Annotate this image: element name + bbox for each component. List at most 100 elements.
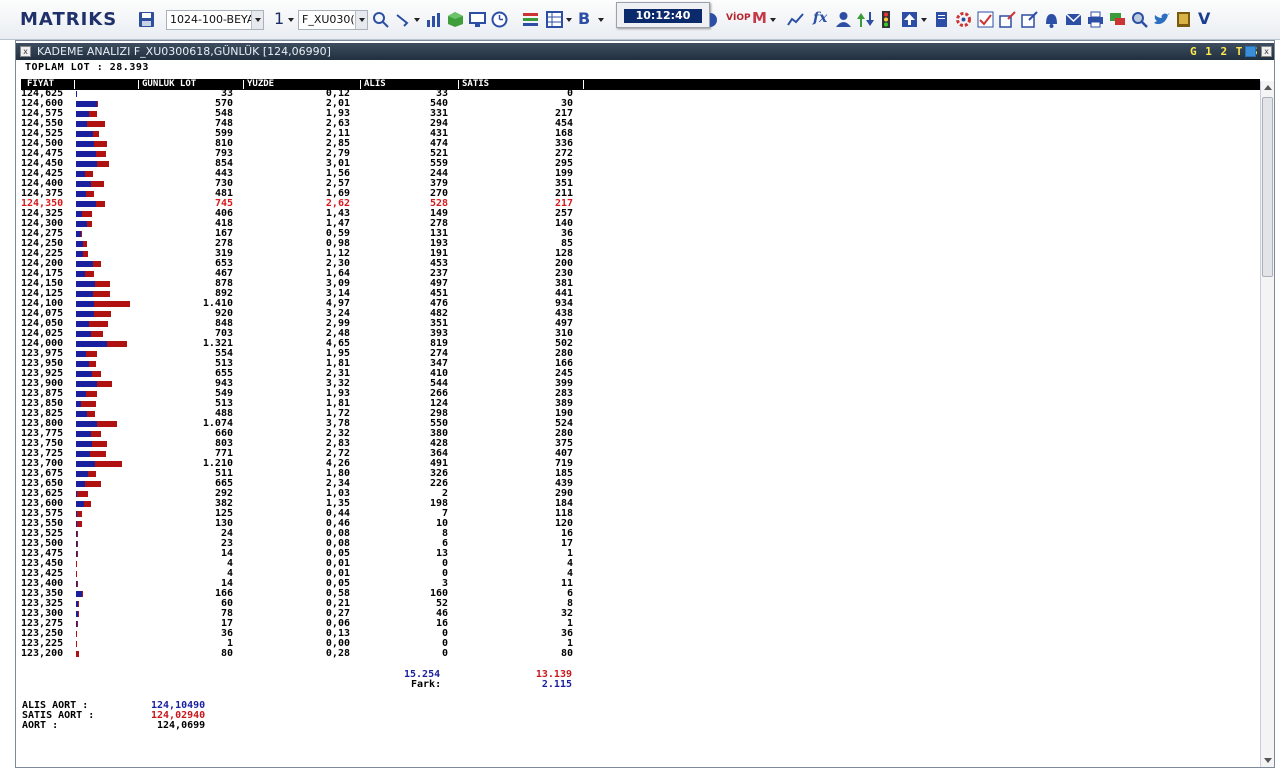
user-icon[interactable] — [835, 11, 852, 28]
table-row[interactable]: 123,725 771 2,72 364 407 — [16, 449, 616, 459]
table-row[interactable]: 123,575 125 0,44 7 118 — [16, 509, 616, 519]
table-row[interactable]: 124,325 406 1,43 149 257 — [16, 209, 616, 219]
table-row[interactable]: 123,950 513 1,81 347 166 — [16, 359, 616, 369]
line-chart-icon[interactable] — [787, 11, 804, 28]
table-row[interactable]: 124,425 443 1,56 244 199 — [16, 169, 616, 179]
traffic-light-icon[interactable] — [881, 11, 891, 28]
bold-b-icon[interactable]: B — [578, 9, 595, 28]
table-row[interactable]: 123,750 803 2,83 428 375 — [16, 439, 616, 449]
close-icon[interactable]: x — [20, 46, 31, 57]
table-row[interactable]: 123,700 1.210 4,26 491 719 — [16, 459, 616, 469]
table-row[interactable]: 123,675 511 1,80 326 185 — [16, 469, 616, 479]
chevron-down-icon[interactable] — [921, 18, 927, 22]
table-row[interactable]: 123,775 660 2,32 380 280 — [16, 429, 616, 439]
table-row[interactable]: 124,625 33 0,12 33 0 — [16, 89, 616, 99]
table-row[interactable]: 124,075 920 3,24 482 438 — [16, 309, 616, 319]
chevron-down-icon[interactable] — [770, 18, 776, 22]
table-row[interactable]: 123,800 1.074 3,78 550 524 — [16, 419, 616, 429]
chat-icon[interactable] — [1109, 11, 1126, 28]
book-icon[interactable] — [1175, 11, 1192, 28]
magnifier-icon[interactable] — [1131, 11, 1148, 28]
table-row[interactable]: 123,250 36 0,13 0 36 — [16, 629, 616, 639]
chevron-down-icon[interactable] — [566, 18, 572, 22]
chevron-down-icon[interactable] — [251, 11, 263, 29]
scroll-thumb[interactable] — [1262, 97, 1273, 277]
cube-icon[interactable] — [447, 11, 464, 28]
table-row[interactable]: 123,450 4 0,01 0 4 — [16, 559, 616, 569]
transfer-icon[interactable] — [857, 11, 874, 28]
table-row[interactable]: 124,600 570 2,01 540 30 — [16, 99, 616, 109]
chevron-down-icon[interactable] — [355, 11, 367, 29]
table-row[interactable]: 124,350 745 2,62 528 217 — [16, 199, 616, 209]
table-row[interactable]: 123,975 554 1,95 274 280 — [16, 349, 616, 359]
table-row[interactable]: 123,200 80 0,28 0 80 — [16, 649, 616, 659]
window-titlebar[interactable]: x KADEME ANALIZI F_XU0300618,GÜNLÜK [124… — [16, 43, 1274, 60]
bell-icon[interactable] — [1043, 11, 1060, 28]
save-icon[interactable] — [138, 11, 155, 28]
table-row[interactable]: 124,150 878 3,09 497 381 — [16, 279, 616, 289]
chevron-down-icon[interactable] — [598, 18, 604, 22]
monitor-icon[interactable] — [469, 11, 486, 28]
layout-combo[interactable]: 1024-100-BEYA — [166, 10, 264, 30]
table-row[interactable]: 123,475 14 0,05 13 1 — [16, 549, 616, 559]
table-row[interactable]: 123,325 60 0,21 52 8 — [16, 599, 616, 609]
twitter-icon[interactable] — [1153, 11, 1170, 28]
table-row[interactable]: 123,900 943 3,32 544 399 — [16, 379, 616, 389]
symbol-combo[interactable]: F_XU030( — [298, 10, 368, 30]
print-icon[interactable] — [1087, 11, 1104, 28]
upload-icon[interactable] — [901, 11, 918, 28]
twitter-share-icon[interactable] — [1245, 46, 1256, 57]
table-row[interactable]: 124,575 548 1,93 331 217 — [16, 109, 616, 119]
table-row[interactable]: 123,425 4 0,01 0 4 — [16, 569, 616, 579]
table-row[interactable]: 124,300 418 1,47 278 140 — [16, 219, 616, 229]
table-row[interactable]: 124,275 167 0,59 131 36 — [16, 229, 616, 239]
table-row[interactable]: 124,225 319 1,12 191 128 — [16, 249, 616, 259]
table-row[interactable]: 123,400 14 0,05 3 11 — [16, 579, 616, 589]
close-window-icon[interactable]: x — [1261, 46, 1272, 57]
table-row[interactable]: 124,050 848 2,99 351 497 — [16, 319, 616, 329]
table-row[interactable]: 124,025 703 2,48 393 310 — [16, 329, 616, 339]
vertical-scrollbar[interactable] — [1260, 81, 1274, 767]
table-row[interactable]: 124,175 467 1,64 237 230 — [16, 269, 616, 279]
mail-icon[interactable] — [1065, 11, 1082, 28]
external-window-icon[interactable] — [1021, 11, 1038, 28]
v-icon[interactable]: V — [1198, 9, 1215, 28]
chevron-down-icon[interactable] — [288, 18, 294, 22]
check-icon[interactable] — [977, 11, 994, 28]
chevron-down-icon[interactable] — [414, 18, 420, 22]
search-chart-icon[interactable] — [372, 11, 389, 28]
table-row[interactable]: 124,500 810 2,85 474 336 — [16, 139, 616, 149]
table-row[interactable]: 123,825 488 1,72 298 190 — [16, 409, 616, 419]
table-row[interactable]: 124,125 892 3,14 451 441 — [16, 289, 616, 299]
table-row[interactable]: 124,100 1.410 4,97 476 934 — [16, 299, 616, 309]
clock-icon[interactable] — [491, 11, 508, 28]
partial-icon[interactable] — [710, 12, 718, 27]
table-row[interactable]: 123,550 130 0,46 10 120 — [16, 519, 616, 529]
table-row[interactable]: 123,300 78 0,27 46 32 — [16, 609, 616, 619]
table-row[interactable]: 124,400 730 2,57 379 351 — [16, 179, 616, 189]
table-row[interactable]: 124,000 1.321 4,65 819 502 — [16, 339, 616, 349]
window-number[interactable]: 1 — [274, 9, 284, 28]
grid-icon[interactable] — [546, 11, 563, 28]
table-row[interactable]: 123,500 23 0,08 6 17 — [16, 539, 616, 549]
table-row[interactable]: 123,275 17 0,06 16 1 — [16, 619, 616, 629]
fx-icon[interactable]: fx — [813, 10, 830, 27]
list-icon[interactable] — [522, 11, 539, 28]
table-row[interactable]: 124,550 748 2,63 294 454 — [16, 119, 616, 129]
table-row[interactable]: 123,650 665 2,34 226 439 — [16, 479, 616, 489]
table-row[interactable]: 123,875 549 1,93 266 283 — [16, 389, 616, 399]
scroll-down-icon[interactable] — [1264, 758, 1272, 763]
settings-icon[interactable] — [955, 11, 972, 28]
table-row[interactable]: 123,600 382 1,35 198 184 — [16, 499, 616, 509]
bar-chart-icon[interactable] — [425, 11, 442, 28]
table-row[interactable]: 124,450 854 3,01 559 295 — [16, 159, 616, 169]
m-logo-icon[interactable]: M — [752, 9, 769, 27]
drawing-icon[interactable] — [395, 11, 412, 28]
table-row[interactable]: 124,525 599 2,11 431 168 — [16, 129, 616, 139]
window-icon[interactable] — [999, 11, 1016, 28]
table-row[interactable]: 123,525 24 0,08 8 16 — [16, 529, 616, 539]
table-row[interactable]: 123,225 1 0,00 0 1 — [16, 639, 616, 649]
table-row[interactable]: 124,375 481 1,69 270 211 — [16, 189, 616, 199]
table-row[interactable]: 123,925 655 2,31 410 245 — [16, 369, 616, 379]
viop-icon[interactable]: VİOP — [726, 13, 751, 30]
